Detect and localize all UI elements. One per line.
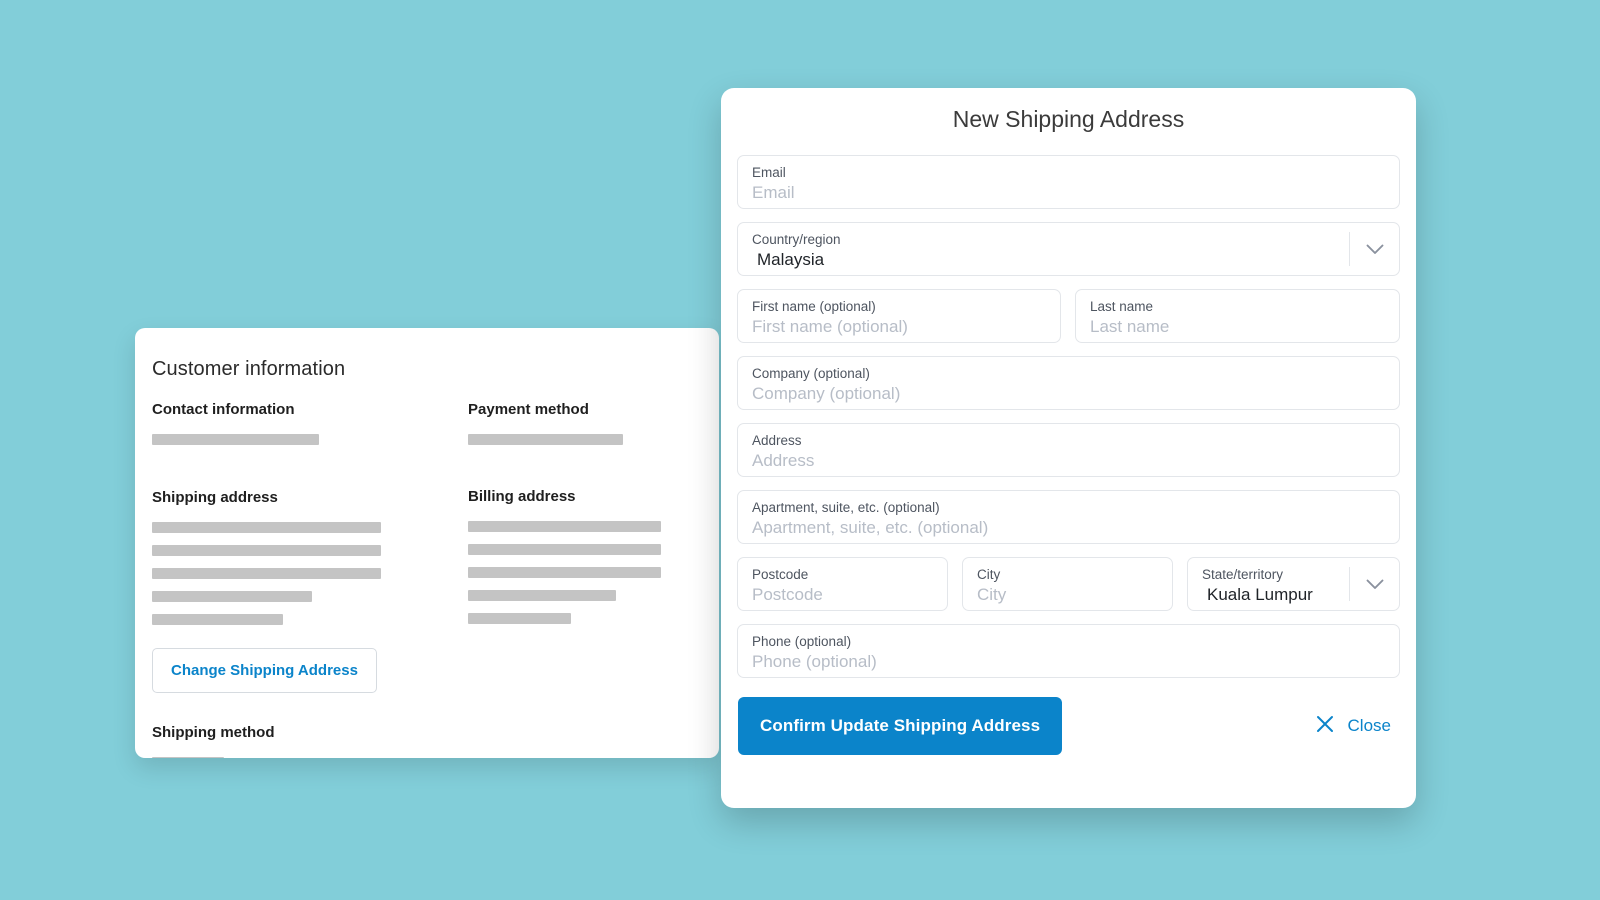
skeleton-bar <box>468 567 661 578</box>
close-label: Close <box>1347 716 1391 735</box>
phone-field[interactable]: Phone (optional) Phone (optional) <box>737 624 1400 678</box>
first-name-placeholder: First name (optional) <box>752 317 908 336</box>
apartment-placeholder: Apartment, suite, etc. (optional) <box>752 518 989 537</box>
change-shipping-address-button[interactable]: Change Shipping Address <box>152 648 377 693</box>
skeleton-bar <box>152 522 381 533</box>
address-label: Address <box>752 433 802 448</box>
country-region-select[interactable]: Country/region Malaysia <box>737 222 1400 276</box>
chevron-down-icon[interactable] <box>1349 232 1399 266</box>
customer-information-card: Customer information Contact information… <box>135 328 719 758</box>
email-label: Email <box>752 165 786 180</box>
company-placeholder: Company (optional) <box>752 384 901 403</box>
country-region-value: Malaysia <box>757 250 825 269</box>
skeleton-bar <box>152 757 224 758</box>
contact-information-heading: Contact information <box>152 401 295 418</box>
customer-info-columns: Contact information Shipping address Cha… <box>135 401 719 758</box>
skeleton-bar <box>152 568 381 579</box>
skeleton-bar <box>468 590 616 601</box>
last-name-field[interactable]: Last name Last name <box>1075 289 1400 343</box>
skeleton-bar <box>468 521 661 532</box>
state-territory-select[interactable]: State/territory Kuala Lumpur <box>1187 557 1400 611</box>
confirm-update-shipping-address-button[interactable]: Confirm Update Shipping Address <box>738 697 1063 755</box>
phone-label: Phone (optional) <box>752 634 852 649</box>
skeleton-bar <box>468 613 571 624</box>
chevron-down-icon[interactable] <box>1349 567 1399 601</box>
first-name-field[interactable]: First name (optional) First name (option… <box>737 289 1061 343</box>
phone-placeholder: Phone (optional) <box>752 652 877 671</box>
company-label: Company (optional) <box>752 366 870 381</box>
first-name-label: First name (optional) <box>752 299 876 314</box>
city-placeholder: City <box>977 585 1007 604</box>
company-field[interactable]: Company (optional) Company (optional) <box>737 356 1400 410</box>
country-region-label: Country/region <box>752 232 841 247</box>
skeleton-bar <box>152 591 312 602</box>
last-name-label: Last name <box>1090 299 1154 314</box>
postcode-label: Postcode <box>752 567 809 582</box>
apartment-field[interactable]: Apartment, suite, etc. (optional) Apartm… <box>737 490 1400 544</box>
billing-address-heading: Billing address <box>468 488 576 505</box>
email-placeholder: Email <box>752 183 795 202</box>
customer-info-right-column: Payment method Billing address <box>468 401 718 758</box>
name-row: First name (optional) First name (option… <box>737 289 1400 356</box>
shipping-address-heading: Shipping address <box>152 489 278 506</box>
postcode-field[interactable]: Postcode Postcode <box>737 557 948 611</box>
modal-title: New Shipping Address <box>952 106 1185 132</box>
skeleton-bar <box>152 434 319 445</box>
shipping-method-heading: Shipping method <box>152 724 275 741</box>
apartment-label: Apartment, suite, etc. (optional) <box>752 500 940 515</box>
close-x-icon[interactable] <box>1315 714 1335 739</box>
skeleton-bar <box>468 544 661 555</box>
postcode-placeholder: Postcode <box>752 585 823 604</box>
skeleton-bar <box>468 434 623 445</box>
skeleton-bar <box>152 614 283 625</box>
skeleton-bar <box>152 545 381 556</box>
city-label: City <box>977 567 1001 582</box>
address-placeholder: Address <box>752 451 815 470</box>
modal-footer: Confirm Update Shipping Address Close <box>737 697 1400 755</box>
address-field[interactable]: Address Address <box>737 423 1400 477</box>
payment-method-heading: Payment method <box>468 401 589 418</box>
city-field[interactable]: City City <box>962 557 1173 611</box>
email-field[interactable]: Email Email <box>737 155 1400 209</box>
customer-info-left-column: Contact information Shipping address Cha… <box>152 401 468 758</box>
close-button[interactable]: Close <box>1315 714 1399 739</box>
page-title: Customer information <box>152 358 346 380</box>
new-shipping-address-modal: New Shipping Address Email Email Country… <box>721 88 1416 808</box>
locality-row: Postcode Postcode City City State/territ… <box>737 557 1400 624</box>
last-name-placeholder: Last name <box>1090 317 1170 336</box>
